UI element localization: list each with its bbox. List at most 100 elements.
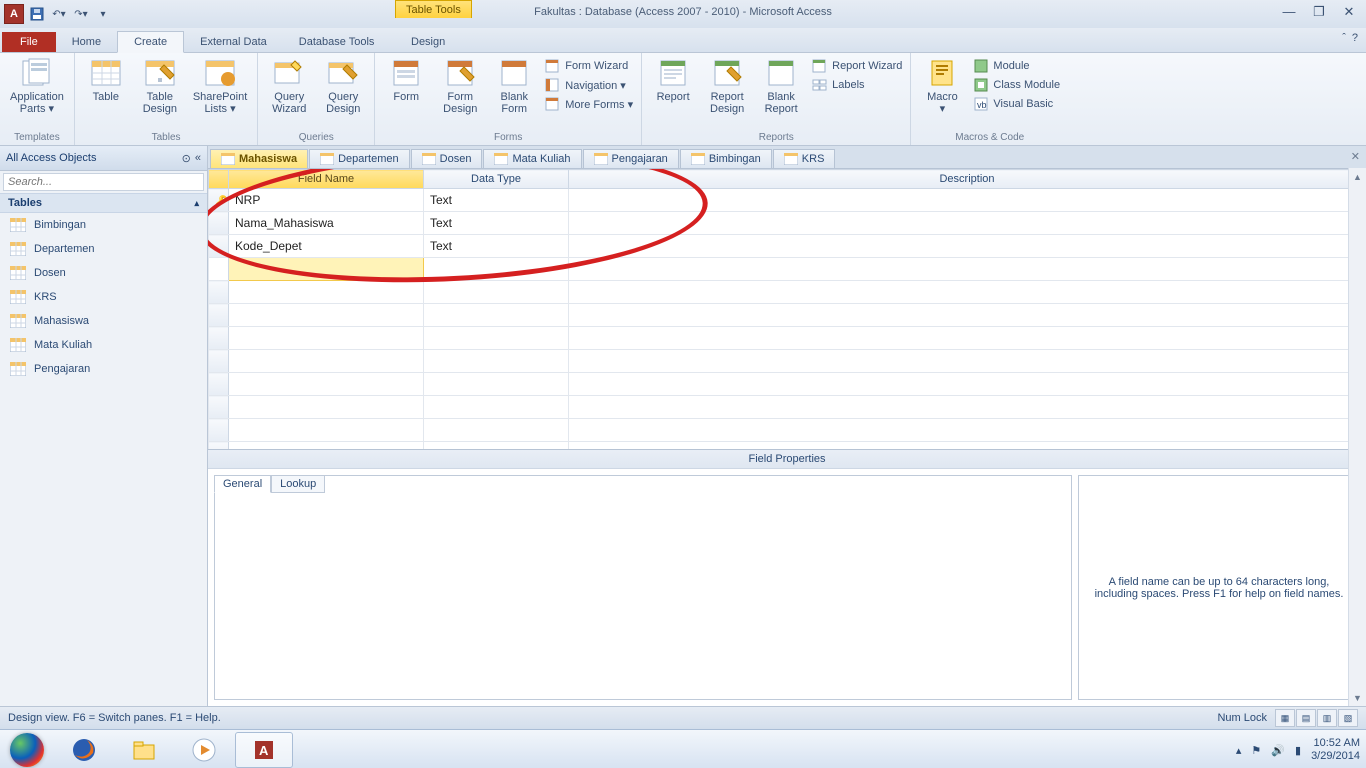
sharepoint-lists-button[interactable]: SharePoint Lists ▾ bbox=[189, 55, 251, 117]
save-icon[interactable] bbox=[28, 5, 46, 23]
blank-form-button[interactable]: Blank Form bbox=[489, 55, 539, 117]
doctab-mahasiswa[interactable]: Mahasiswa bbox=[210, 149, 308, 168]
labels-button[interactable]: Labels bbox=[810, 76, 904, 94]
tray-action-center-icon[interactable]: ⚑ bbox=[1251, 744, 1261, 757]
tab-design[interactable]: Design bbox=[395, 32, 461, 52]
redo-icon[interactable]: ↷▾ bbox=[72, 5, 90, 23]
vertical-scrollbar[interactable]: ▲ ▼ bbox=[1348, 168, 1366, 706]
access-app-icon[interactable]: A bbox=[4, 4, 24, 24]
doctab-pengajaran[interactable]: Pengajaran bbox=[583, 149, 679, 168]
design-empty-row[interactable] bbox=[209, 327, 1366, 350]
view-design-icon[interactable]: ▦ bbox=[1275, 709, 1295, 727]
minimize-button[interactable]: ― bbox=[1278, 4, 1300, 20]
design-empty-row[interactable] bbox=[209, 350, 1366, 373]
col-field-name[interactable]: Field Name bbox=[229, 170, 424, 189]
blank-report-button[interactable]: Blank Report bbox=[756, 55, 806, 117]
tray-volume-icon[interactable]: 🔊 bbox=[1271, 744, 1285, 757]
module-button[interactable]: Module bbox=[971, 57, 1062, 75]
form-wizard-button[interactable]: Form Wizard bbox=[543, 57, 635, 75]
design-new-row[interactable] bbox=[209, 258, 1366, 281]
tab-create[interactable]: Create bbox=[117, 31, 184, 53]
collapse-group-icon[interactable]: ▴ bbox=[194, 198, 199, 209]
class-module-button[interactable]: Class Module bbox=[971, 76, 1062, 94]
view-datasheet-icon[interactable]: ▤ bbox=[1296, 709, 1316, 727]
close-tab-icon[interactable]: ✕ bbox=[1351, 150, 1360, 163]
tray-clock[interactable]: 10:52 AM3/29/2014 bbox=[1311, 737, 1360, 762]
view-pivottable-icon[interactable]: ▥ bbox=[1317, 709, 1337, 727]
nav-item-dosen[interactable]: Dosen bbox=[0, 261, 207, 285]
field-properties-header: Field Properties bbox=[208, 450, 1366, 469]
design-row[interactable]: Kode_DepetText bbox=[209, 235, 1366, 258]
search-input[interactable] bbox=[3, 173, 204, 191]
doctab-departemen[interactable]: Departemen bbox=[309, 149, 410, 168]
minimize-ribbon-icon[interactable]: ˆ bbox=[1342, 32, 1346, 44]
table-design-button[interactable]: Table Design bbox=[135, 55, 185, 117]
qat-customize-icon[interactable]: ▾ bbox=[94, 5, 112, 23]
row-selector-header[interactable] bbox=[209, 170, 229, 189]
form-button[interactable]: Form bbox=[381, 55, 431, 105]
fp-tab-general[interactable]: General bbox=[214, 475, 271, 493]
tray-network-icon[interactable]: ▮ bbox=[1295, 744, 1301, 757]
fp-tab-lookup[interactable]: Lookup bbox=[271, 475, 325, 493]
taskbar-access[interactable]: A bbox=[235, 732, 293, 768]
scroll-up-icon[interactable]: ▲ bbox=[1349, 168, 1366, 185]
undo-icon[interactable]: ↶▾ bbox=[50, 5, 68, 23]
form-design-button[interactable]: Form Design bbox=[435, 55, 485, 117]
restore-button[interactable]: ❐ bbox=[1308, 4, 1330, 20]
nav-item-mata-kuliah[interactable]: Mata Kuliah bbox=[0, 333, 207, 357]
table-design-grid[interactable]: Field Name Data Type Description 🔑NRPTex… bbox=[208, 169, 1366, 450]
start-button[interactable] bbox=[0, 730, 54, 768]
design-empty-row[interactable] bbox=[209, 281, 1366, 304]
design-empty-row[interactable] bbox=[209, 304, 1366, 327]
tab-file[interactable]: File bbox=[2, 32, 56, 52]
view-pivotchart-icon[interactable]: ▧ bbox=[1338, 709, 1358, 727]
visual-basic-button[interactable]: vbVisual Basic bbox=[971, 95, 1062, 113]
taskbar-firefox[interactable] bbox=[55, 732, 113, 768]
query-design-button[interactable]: Query Design bbox=[318, 55, 368, 117]
tab-home[interactable]: Home bbox=[56, 32, 117, 52]
design-empty-row[interactable] bbox=[209, 442, 1366, 451]
nav-group-tables[interactable]: Tables▴ bbox=[0, 193, 207, 213]
design-row[interactable]: 🔑NRPText bbox=[209, 189, 1366, 212]
doctab-krs[interactable]: KRS bbox=[773, 149, 836, 168]
doctab-bimbingan[interactable]: Bimbingan bbox=[680, 149, 772, 168]
report-button[interactable]: Report bbox=[648, 55, 698, 105]
svg-text:vb: vb bbox=[977, 100, 987, 110]
status-bar: Design view. F6 = Switch panes. F1 = Hel… bbox=[0, 706, 1366, 729]
nav-header[interactable]: All Access Objects ⊙« bbox=[0, 146, 207, 171]
tab-database-tools[interactable]: Database Tools bbox=[283, 32, 391, 52]
navigation-button[interactable]: Navigation ▾ bbox=[543, 76, 635, 94]
col-description[interactable]: Description bbox=[569, 170, 1366, 189]
nav-collapse-icon[interactable]: « bbox=[195, 152, 201, 165]
close-button[interactable]: ✕ bbox=[1338, 4, 1360, 20]
taskbar-explorer[interactable] bbox=[115, 732, 173, 768]
tab-external-data[interactable]: External Data bbox=[184, 32, 283, 52]
design-empty-row[interactable] bbox=[209, 373, 1366, 396]
design-empty-row[interactable] bbox=[209, 396, 1366, 419]
doctab-dosen[interactable]: Dosen bbox=[411, 149, 483, 168]
table-button[interactable]: Table bbox=[81, 55, 131, 105]
taskbar-mediaplayer[interactable] bbox=[175, 732, 233, 768]
col-data-type[interactable]: Data Type bbox=[424, 170, 569, 189]
group-label-reports: Reports bbox=[759, 130, 794, 145]
scroll-down-icon[interactable]: ▼ bbox=[1349, 689, 1366, 706]
tray-show-hidden-icon[interactable]: ▴ bbox=[1236, 744, 1242, 757]
field-properties-panel[interactable]: General Lookup bbox=[214, 475, 1072, 700]
report-wizard-button[interactable]: Report Wizard bbox=[810, 57, 904, 75]
design-empty-row[interactable] bbox=[209, 419, 1366, 442]
query-wizard-button[interactable]: Query Wizard bbox=[264, 55, 314, 117]
doctab-mata-kuliah[interactable]: Mata Kuliah bbox=[483, 149, 581, 168]
nav-item-departemen[interactable]: Departemen bbox=[0, 237, 207, 261]
nav-dropdown-icon[interactable]: ⊙ bbox=[182, 152, 191, 165]
application-parts-button[interactable]: Application Parts ▾ bbox=[6, 55, 68, 117]
nav-item-bimbingan[interactable]: Bimbingan bbox=[0, 213, 207, 237]
status-text: Design view. F6 = Switch panes. F1 = Hel… bbox=[8, 712, 221, 724]
nav-item-pengajaran[interactable]: Pengajaran bbox=[0, 357, 207, 381]
macro-button[interactable]: Macro ▾ bbox=[917, 55, 967, 117]
design-row[interactable]: Nama_MahasiswaText bbox=[209, 212, 1366, 235]
help-icon[interactable]: ? bbox=[1352, 32, 1358, 44]
nav-item-mahasiswa[interactable]: Mahasiswa bbox=[0, 309, 207, 333]
report-design-button[interactable]: Report Design bbox=[702, 55, 752, 117]
more-forms-button[interactable]: More Forms ▾ bbox=[543, 95, 635, 113]
nav-item-krs[interactable]: KRS bbox=[0, 285, 207, 309]
